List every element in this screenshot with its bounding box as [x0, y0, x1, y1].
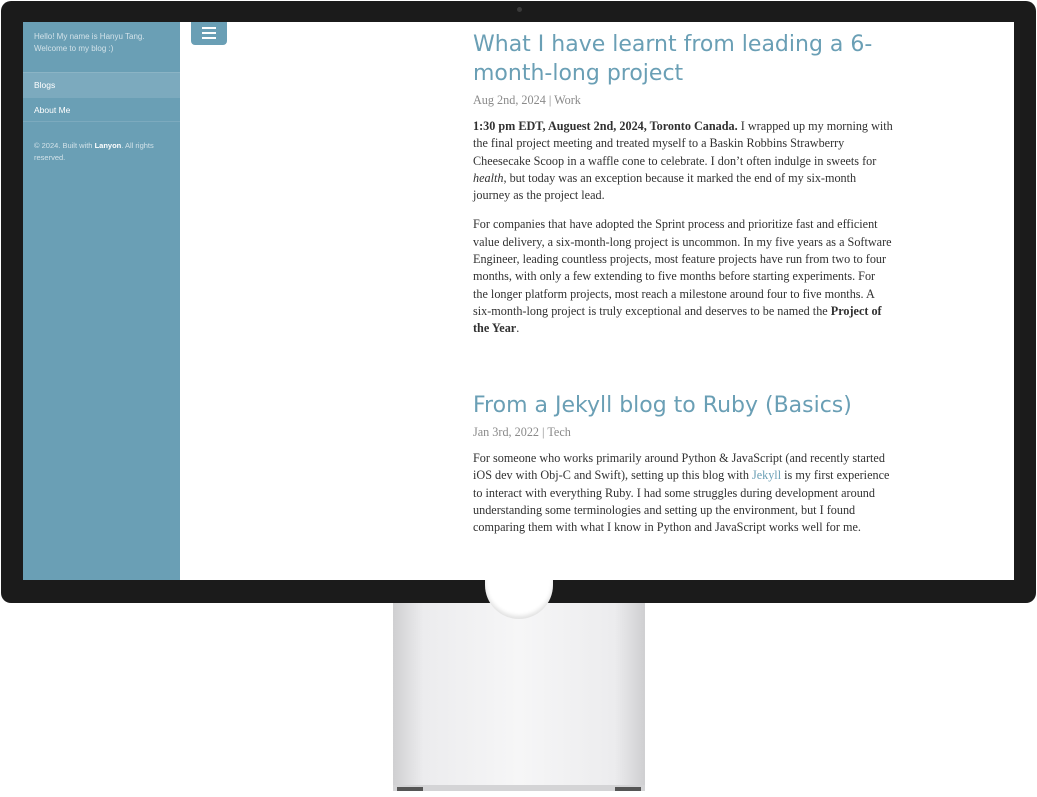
- intro-line: Welcome to my blog :): [34, 44, 114, 53]
- sidebar-footer: © 2024. Built with Lanyon. All rights re…: [23, 122, 180, 163]
- post-date: Jan 3rd, 2022 | Tech: [473, 425, 571, 439]
- post-text: , but today was an exception because it …: [473, 170, 857, 203]
- post-text: .: [516, 321, 520, 336]
- sidebar-toggle-button[interactable]: [191, 22, 227, 45]
- post-bold-text: 1:30 pm EDT, Auguest 2nd, 2024, Toronto …: [473, 119, 738, 133]
- jekyll-link[interactable]: Jekyll: [752, 468, 781, 482]
- sidebar-item-blogs[interactable]: Blogs: [23, 72, 180, 97]
- post-paragraph: For companies that have adopted the Spri…: [473, 216, 893, 337]
- screen: Hello! My name is Hanyu Tang. Welcome to…: [23, 22, 1014, 580]
- footer-text: © 2024. Built with: [34, 141, 95, 150]
- hamburger-icon: [202, 27, 216, 39]
- post-paragraph: For someone who works primarily around P…: [473, 450, 893, 536]
- post-title-link[interactable]: What I have learnt from leading a 6-mont…: [473, 30, 893, 88]
- monitor-stand: [393, 569, 645, 791]
- post-paragraph: 1:30 pm EDT, Auguest 2nd, 2024, Toronto …: [473, 118, 893, 204]
- stand-foot: [615, 787, 641, 791]
- post-date: Aug 2nd, 2024 | Work: [473, 93, 581, 107]
- post: From a Jekyll blog to Ruby (Basics) Jan …: [473, 391, 893, 548]
- post-title-link[interactable]: From a Jekyll blog to Ruby (Basics): [473, 391, 893, 420]
- sidebar: Hello! My name is Hanyu Tang. Welcome to…: [23, 22, 180, 580]
- post-italic-text: health: [473, 170, 504, 185]
- camera-icon: [517, 7, 522, 12]
- post-text: For companies that have adopted the Spri…: [473, 217, 892, 318]
- stand-foot: [397, 787, 423, 791]
- intro-line: Hello! My name is Hanyu Tang.: [34, 32, 145, 41]
- footer-brand-link[interactable]: Lanyon: [95, 141, 122, 150]
- sidebar-intro: Hello! My name is Hanyu Tang. Welcome to…: [23, 22, 180, 72]
- sidebar-item-about-me[interactable]: About Me: [23, 97, 180, 122]
- post: What I have learnt from leading a 6-mont…: [473, 30, 893, 350]
